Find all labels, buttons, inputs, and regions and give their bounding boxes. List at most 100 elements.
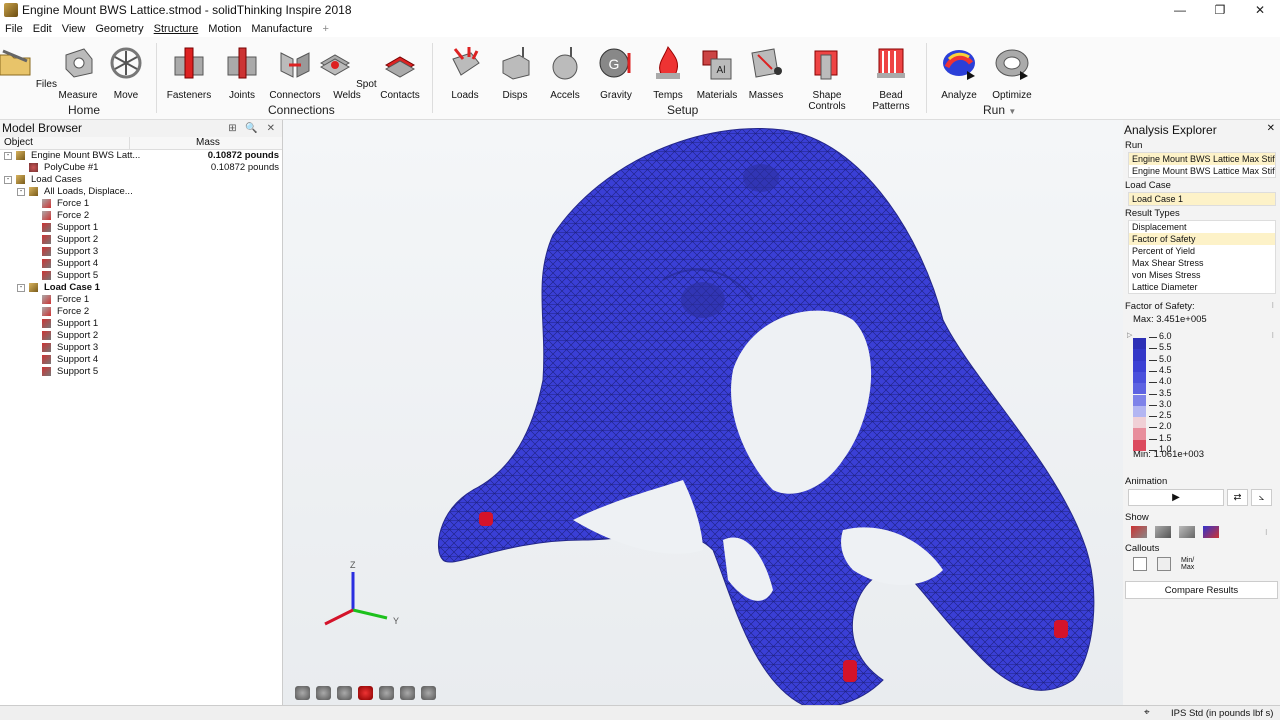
- view-orbit-icon[interactable]: [295, 686, 310, 700]
- column-object[interactable]: Object: [0, 137, 130, 149]
- result-type-item[interactable]: Max Shear Stress: [1129, 257, 1275, 269]
- column-mass[interactable]: Mass: [130, 137, 282, 149]
- maximize-button[interactable]: ❐: [1200, 0, 1240, 20]
- bead-patterns-button[interactable]: Bead Patterns: [860, 45, 922, 112]
- min-max-callout-button[interactable]: Min/ Max: [1181, 557, 1194, 571]
- result-type-item[interactable]: Lattice Diameter: [1129, 281, 1275, 293]
- legend-settings-icon[interactable]: ⁝: [1271, 301, 1274, 310]
- tree-item-label: All Loads, Displace...: [44, 186, 133, 197]
- spot-welds-button[interactable]: Spot Welds: [317, 45, 377, 101]
- tree-item[interactable]: Support 1: [0, 318, 282, 330]
- view-section-icon[interactable]: [337, 686, 352, 700]
- analyze-button[interactable]: Analyze: [929, 45, 989, 101]
- show-deformed-icon[interactable]: [1179, 526, 1195, 538]
- close-icon[interactable]: ✕: [1267, 123, 1275, 134]
- legend-marker-icon[interactable]: ▷: [1127, 331, 1132, 339]
- show-contour-icon[interactable]: [1203, 526, 1219, 538]
- compare-results-button[interactable]: Compare Results: [1125, 581, 1278, 599]
- result-type-item[interactable]: Factor of Safety: [1129, 233, 1275, 245]
- result-type-item[interactable]: von Mises Stress: [1129, 269, 1275, 281]
- group-run[interactable]: Run ▼: [983, 103, 1016, 117]
- legend-options-icon[interactable]: ⁝: [1271, 331, 1274, 340]
- support-icon: [42, 367, 51, 376]
- menu-geometry[interactable]: Geometry: [90, 23, 148, 35]
- menu-structure[interactable]: Structure: [149, 23, 204, 35]
- tree-item[interactable]: Force 2: [0, 306, 282, 318]
- expand-toggle-icon[interactable]: -: [4, 176, 12, 184]
- tree-item[interactable]: Force 1: [0, 198, 282, 210]
- tree-item[interactable]: - Load Cases: [0, 174, 282, 186]
- color-legend: ▷ ⁝ 6.0 5.5 5.0 4.5 4.0 3.5 3.0 2.5 2.0 1.5 1.0: [1123, 325, 1280, 455]
- optimize-button[interactable]: Optimize: [982, 45, 1042, 101]
- tree-item[interactable]: - All Loads, Displace...: [0, 186, 282, 198]
- tree-item[interactable]: Support 4: [0, 354, 282, 366]
- 3d-viewport[interactable]: Z Y: [283, 120, 1123, 705]
- folder-icon: [16, 175, 25, 184]
- view-zoom-icon[interactable]: [379, 686, 394, 700]
- move-button[interactable]: Move: [96, 45, 156, 101]
- tree-item[interactable]: PolyCube #1 0.10872 pounds: [0, 162, 282, 174]
- show-label: Show: [1125, 512, 1149, 523]
- callout-note-icon[interactable]: [1157, 557, 1171, 571]
- tree-item[interactable]: Support 5: [0, 366, 282, 378]
- animation-settings-icon[interactable]: ⦣: [1251, 489, 1272, 506]
- minimize-button[interactable]: —: [1160, 0, 1200, 20]
- close-button[interactable]: ✕: [1240, 0, 1280, 20]
- tree-item[interactable]: Support 3: [0, 246, 282, 258]
- tree-item[interactable]: Support 1: [0, 222, 282, 234]
- add-tab-button[interactable]: +: [317, 23, 333, 35]
- tree-item-label: Support 3: [57, 342, 99, 353]
- tree-item[interactable]: Force 2: [0, 210, 282, 222]
- connectors-button[interactable]: Connectors: [265, 45, 325, 101]
- tree-item[interactable]: - Engine Mount BWS Latt... 0.10872 pounds: [0, 150, 282, 162]
- view-cube-icon[interactable]: [421, 686, 436, 700]
- mass-icon: [751, 48, 782, 78]
- callout-tools: Min/ Max: [1133, 557, 1280, 571]
- view-pan-icon[interactable]: [316, 686, 331, 700]
- engine-mount-lattice-model[interactable]: [283, 120, 1123, 705]
- fos-max: Max: 3.451e+005: [1133, 314, 1207, 325]
- menu-view[interactable]: View: [57, 23, 91, 35]
- legend-value: 6.0: [1159, 331, 1172, 341]
- contacts-button[interactable]: Contacts: [370, 45, 430, 101]
- tree-item[interactable]: - Load Case 1: [0, 282, 282, 294]
- result-type-item[interactable]: Percent of Yield: [1129, 245, 1275, 257]
- gravity-button[interactable]: G Gravity: [586, 45, 646, 101]
- show-settings-icon[interactable]: ⁝: [1265, 528, 1268, 537]
- expand-toggle-icon[interactable]: -: [17, 284, 25, 292]
- tree-item[interactable]: Support 2: [0, 330, 282, 342]
- connector-icon: [280, 52, 310, 78]
- expand-toggle-icon[interactable]: -: [17, 188, 25, 196]
- model-browser-tools[interactable]: ⊞ 🔍 ✕: [228, 120, 278, 137]
- joints-button[interactable]: Joints: [212, 45, 272, 101]
- menu-manufacture[interactable]: Manufacture: [246, 23, 317, 35]
- view-box-icon[interactable]: [358, 686, 373, 700]
- expand-toggle-icon[interactable]: -: [4, 152, 12, 160]
- result-types-list: Displacement Factor of Safety Percent of Y…: [1128, 220, 1276, 294]
- show-loads-icon[interactable]: [1131, 526, 1147, 538]
- tree-item[interactable]: Force 1: [0, 294, 282, 306]
- animation-mode-icon[interactable]: ⇄: [1227, 489, 1248, 506]
- fasteners-button[interactable]: Fasteners: [159, 45, 219, 101]
- show-supports-icon[interactable]: [1155, 526, 1171, 538]
- units-label[interactable]: IPS Std (in pounds lbf s): [1171, 708, 1273, 719]
- view-fit-icon[interactable]: [400, 686, 415, 700]
- load-case-item[interactable]: Load Case 1: [1129, 193, 1275, 205]
- menu-edit[interactable]: Edit: [28, 23, 57, 35]
- tree-item[interactable]: Support 4: [0, 258, 282, 270]
- run-item[interactable]: Engine Mount BWS Lattice Max Stif...: [1129, 165, 1275, 177]
- units-settings-icon[interactable]: ⌖: [1144, 707, 1150, 718]
- menu-motion[interactable]: Motion: [203, 23, 246, 35]
- run-item[interactable]: Engine Mount BWS Lattice Max Stif...: [1129, 153, 1275, 165]
- load-case-list: Load Case 1: [1128, 192, 1276, 206]
- callout-flag-icon[interactable]: [1133, 557, 1147, 571]
- tree-item[interactable]: Support 2: [0, 234, 282, 246]
- masses-button[interactable]: Masses: [736, 45, 796, 101]
- shape-controls-button[interactable]: Shape Controls: [794, 45, 860, 112]
- result-type-item[interactable]: Displacement: [1129, 221, 1275, 233]
- chevron-down-icon[interactable]: ▼: [1008, 107, 1016, 116]
- tree-item[interactable]: Support 5: [0, 270, 282, 282]
- play-button[interactable]: ▶: [1128, 489, 1224, 506]
- menu-file[interactable]: File: [0, 23, 28, 35]
- tree-item[interactable]: Support 3: [0, 342, 282, 354]
